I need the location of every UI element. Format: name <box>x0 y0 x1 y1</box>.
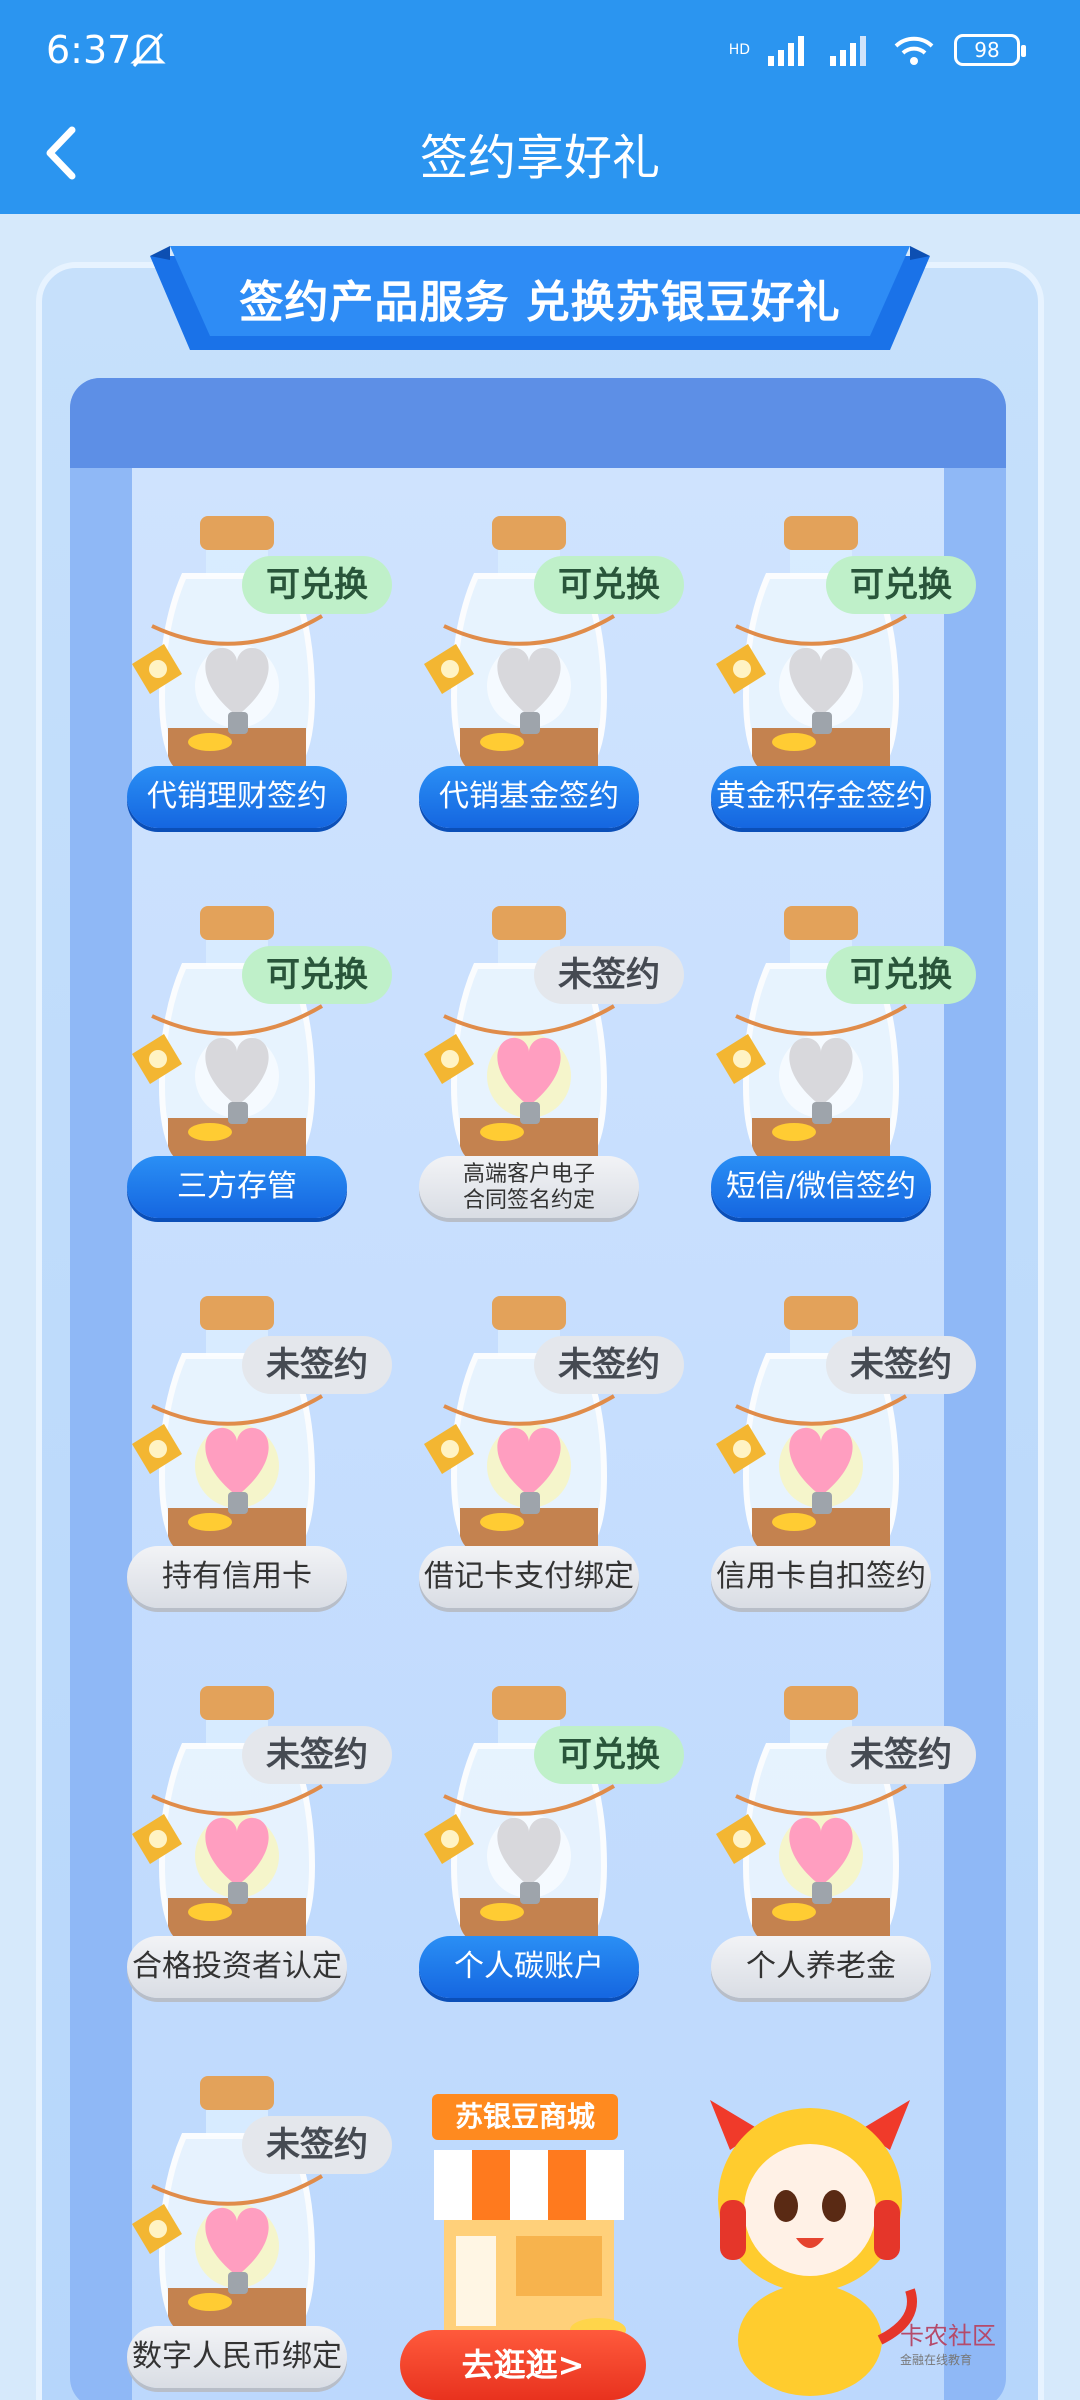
status-badge: 未签约 <box>826 1726 976 1784</box>
product-item[interactable]: 未签约数字人民币绑定 <box>92 2076 392 2400</box>
status-bar: 6:37 HD 98 <box>0 0 1080 110</box>
product-item[interactable]: 未签约借记卡支付绑定 <box>384 1296 684 1646</box>
status-badge: 可兑换 <box>826 556 976 614</box>
hd-label: HD <box>728 42 750 58</box>
status-badge: 可兑换 <box>826 946 976 1004</box>
product-item[interactable]: 未签约个人养老金 <box>676 1686 976 2036</box>
product-button[interactable]: 持有信用卡 <box>127 1546 347 1608</box>
product-item[interactable]: 可兑换个人碳账户 <box>384 1686 684 2036</box>
banner-title: 签约产品服务 兑换苏银豆好礼 <box>239 277 841 328</box>
product-button[interactable]: 黄金积存金签约 <box>711 766 931 828</box>
status-badge: 未签约 <box>534 1336 684 1394</box>
product-button[interactable]: 数字人民币绑定 <box>127 2326 347 2388</box>
watermark-text: 卡农社区 <box>900 2322 996 2350</box>
status-icons: HD 98 <box>728 34 1026 66</box>
product-button[interactable]: 个人碳账户 <box>419 1936 639 1998</box>
product-item[interactable]: 可兑换短信/微信签约 <box>676 906 976 1256</box>
dragon-mascot-icon <box>710 2100 917 2396</box>
product-item[interactable]: 未签约信用卡自扣签约 <box>676 1296 976 1646</box>
status-badge: 可兑换 <box>534 556 684 614</box>
signal-icon <box>768 36 804 66</box>
status-badge: 未签约 <box>242 2116 392 2174</box>
frame-top <box>70 378 1006 468</box>
status-badge: 未签约 <box>242 1726 392 1784</box>
product-button[interactable]: 信用卡自扣签约 <box>711 1546 931 1608</box>
product-label-line1: 高端客户电子 <box>462 1162 595 1187</box>
product-button[interactable]: 个人养老金 <box>711 1936 931 1998</box>
status-badge: 未签约 <box>242 1336 392 1394</box>
product-item[interactable]: 可兑换代销基金签约 <box>384 516 684 866</box>
watermark: 卡农社区 金融在线教育 <box>900 2316 996 2368</box>
product-item[interactable]: 未签约合格投资者认定 <box>92 1686 392 2036</box>
status-badge: 可兑换 <box>534 1726 684 1784</box>
product-item[interactable]: 可兑换黄金积存金签约 <box>676 516 976 866</box>
header: 6:37 HD 98 签约享好礼 <box>0 0 1080 214</box>
product-label-line2: 合同签名约定 <box>462 1188 595 1213</box>
product-button[interactable]: 代销基金签约 <box>419 766 639 828</box>
product-item[interactable]: 未签约持有信用卡 <box>92 1296 392 1646</box>
status-badge: 未签约 <box>826 1336 976 1394</box>
battery-icon: 98 <box>954 34 1026 66</box>
watermark-sub: 金融在线教育 <box>900 2353 973 2367</box>
bell-muted-icon <box>130 33 166 67</box>
product-item[interactable]: 未签约高端客户电子 合同签名约定 <box>384 906 684 1256</box>
wifi-icon <box>894 36 934 65</box>
shop-label: 苏银豆商城 <box>432 2094 618 2140</box>
product-button[interactable]: 借记卡支付绑定 <box>419 1546 639 1608</box>
product-item[interactable]: 可兑换三方存管 <box>92 906 392 1256</box>
product-button[interactable]: 高端客户电子 合同签名约定 <box>419 1156 639 1218</box>
product-button[interactable]: 代销理财签约 <box>127 766 347 828</box>
clock: 6:37 <box>46 28 132 72</box>
page-title: 签约享好礼 <box>419 130 660 186</box>
product-button[interactable]: 三方存管 <box>127 1156 347 1218</box>
go-shopping-button[interactable]: 去逛逛> <box>400 2330 646 2400</box>
status-badge: 可兑换 <box>242 946 392 1004</box>
status-badge: 可兑换 <box>242 556 392 614</box>
product-button[interactable]: 合格投资者认定 <box>127 1936 347 1998</box>
signal-icon-2 <box>830 36 866 66</box>
product-button[interactable]: 短信/微信签约 <box>711 1156 931 1218</box>
status-badge: 未签约 <box>534 946 684 1004</box>
product-item[interactable]: 可兑换代销理财签约 <box>92 516 392 866</box>
